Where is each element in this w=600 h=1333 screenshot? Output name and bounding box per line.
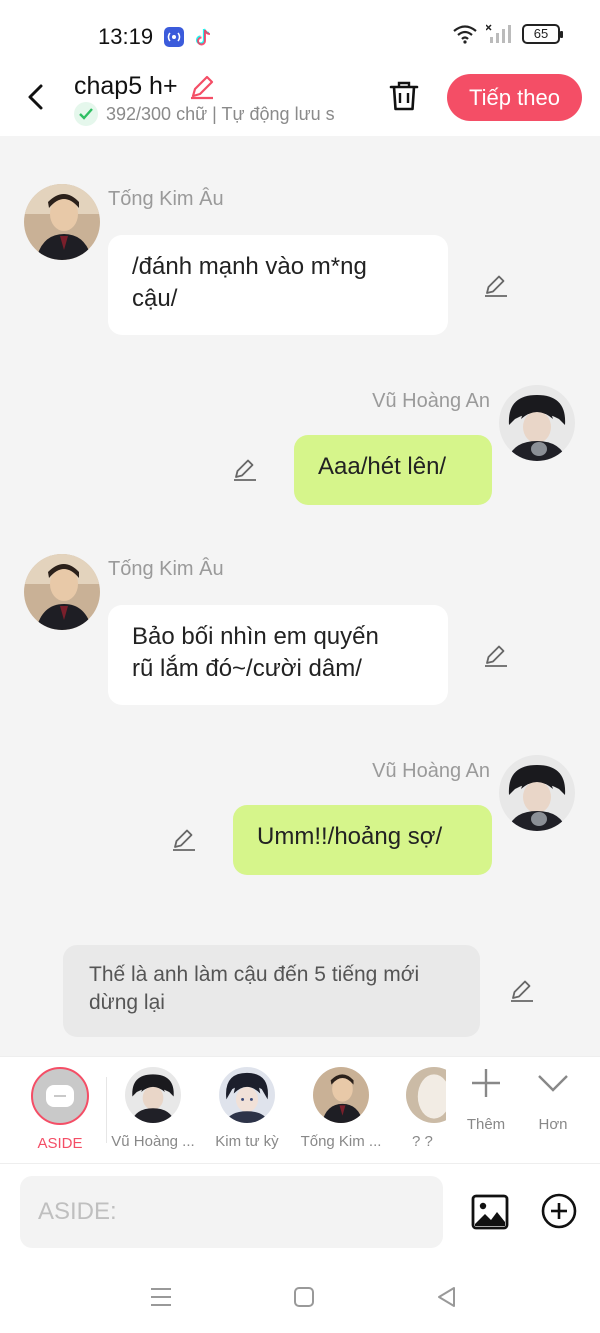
character-aside[interactable]: ASIDE bbox=[13, 1067, 107, 1152]
back-triangle-icon[interactable] bbox=[434, 1284, 460, 1310]
character-kim-tu-ky[interactable]: Kim tư kỳ bbox=[200, 1067, 294, 1150]
sender-name: Vũ Hoàng An bbox=[372, 390, 490, 412]
input-bar bbox=[0, 1164, 600, 1260]
aside-input[interactable] bbox=[20, 1176, 443, 1248]
message-line: Bảo bối nhìn em quyến bbox=[132, 623, 379, 650]
edit-message-icon[interactable] bbox=[508, 977, 536, 1005]
message-line: Aaa/hét lên/ bbox=[318, 453, 447, 480]
aside-icon bbox=[31, 1067, 89, 1125]
message-bubble[interactable]: Umm!!/hoảng sợ/ bbox=[233, 805, 492, 875]
back-arrow-icon[interactable] bbox=[22, 82, 52, 112]
message-bubble[interactable]: /đánh mạnh vào m*ng cậu/ bbox=[108, 235, 448, 335]
check-icon bbox=[74, 102, 98, 126]
avatar bbox=[219, 1067, 275, 1123]
sender-name: Tống Kim Âu bbox=[108, 558, 224, 580]
edit-message-icon[interactable] bbox=[231, 456, 259, 484]
add-label: Thêm bbox=[466, 1116, 506, 1133]
message-line: Thế là anh làm cậu đến 5 tiếng mới bbox=[89, 963, 420, 986]
add-character-button[interactable]: Thêm bbox=[456, 1065, 516, 1133]
trash-icon[interactable] bbox=[386, 78, 422, 114]
battery-icon: 65 bbox=[522, 24, 563, 44]
avatar bbox=[406, 1067, 446, 1123]
avatar-vu-hoang-an[interactable] bbox=[499, 755, 575, 831]
status-time: 13:19 bbox=[98, 24, 154, 49]
title-row: chap5 h+ bbox=[74, 72, 216, 101]
character-selector: ASIDE Vũ Hoàng ... Kim tư kỳ Tống Kim ..… bbox=[0, 1056, 600, 1164]
character-label: Kim tư kỳ bbox=[215, 1133, 279, 1150]
message-line: cậu/ bbox=[132, 285, 178, 312]
message-bubble[interactable]: Bảo bối nhìn em quyến rũ lắm đó~/cười dâ… bbox=[108, 605, 448, 705]
chevron-down-icon bbox=[538, 1075, 568, 1092]
word-count-status: 392/300 chữ | Tự động lưu s bbox=[106, 103, 335, 124]
nfc-icon bbox=[164, 27, 184, 47]
message-line: /đánh mạnh vào m*ng bbox=[132, 253, 367, 280]
character-label: Vũ Hoàng ... bbox=[111, 1133, 195, 1150]
avatar bbox=[125, 1067, 181, 1123]
edit-message-icon[interactable] bbox=[170, 826, 198, 854]
edit-message-icon[interactable] bbox=[482, 642, 510, 670]
message-bubble[interactable]: Aaa/hét lên/ bbox=[294, 435, 492, 505]
avatar-vu-hoang-an[interactable] bbox=[499, 385, 575, 461]
chapter-title: chap5 h+ bbox=[74, 72, 178, 100]
status-icons: 65 bbox=[452, 24, 563, 44]
menu-icon[interactable] bbox=[148, 1284, 174, 1310]
home-icon[interactable] bbox=[291, 1284, 317, 1310]
aside-bubble[interactable]: Thế là anh làm cậu đến 5 tiếng mới dừng … bbox=[63, 945, 480, 1037]
header: chap5 h+ 392/300 chữ | Tự động lưu s Tiế… bbox=[0, 60, 600, 136]
next-button[interactable]: Tiếp theo bbox=[447, 74, 582, 121]
message-line: dừng lại bbox=[89, 991, 165, 1014]
avatar-tong-kim-au[interactable] bbox=[24, 554, 100, 630]
avatar-tong-kim-au[interactable] bbox=[24, 184, 100, 260]
avatar bbox=[313, 1067, 369, 1123]
character-vu-hoang-an[interactable]: Vũ Hoàng ... bbox=[106, 1067, 200, 1150]
system-nav-bar bbox=[0, 1260, 600, 1333]
character-label: Tống Kim ... bbox=[300, 1133, 382, 1150]
edit-message-icon[interactable] bbox=[482, 272, 510, 300]
cellular-icon bbox=[486, 24, 511, 43]
more-characters-button[interactable]: Hơn bbox=[523, 1065, 583, 1133]
message-line: rũ lắm đó~/cười dâm/ bbox=[132, 655, 362, 682]
wifi-icon bbox=[453, 25, 477, 44]
save-status: 392/300 chữ | Tự động lưu s bbox=[74, 102, 362, 126]
image-icon[interactable] bbox=[470, 1192, 510, 1232]
sender-name: Vũ Hoàng An bbox=[372, 760, 490, 782]
sender-name: Tống Kim Âu bbox=[108, 188, 224, 210]
edit-title-icon[interactable] bbox=[188, 73, 216, 101]
more-label: Hơn bbox=[538, 1116, 568, 1133]
add-circle-icon[interactable] bbox=[540, 1192, 578, 1230]
message-line: Umm!!/hoảng sợ/ bbox=[257, 823, 443, 850]
tiktok-icon bbox=[195, 28, 211, 46]
character-label: ? ? bbox=[412, 1133, 433, 1150]
character-unknown[interactable]: ? ? bbox=[388, 1067, 446, 1150]
plus-icon bbox=[472, 1069, 500, 1097]
chat-area[interactable]: Tống Kim Âu /đánh mạnh vào m*ng cậu/ Vũ … bbox=[0, 136, 600, 1056]
character-label: ASIDE bbox=[37, 1135, 83, 1152]
character-tong-kim-au[interactable]: Tống Kim ... bbox=[294, 1067, 388, 1150]
